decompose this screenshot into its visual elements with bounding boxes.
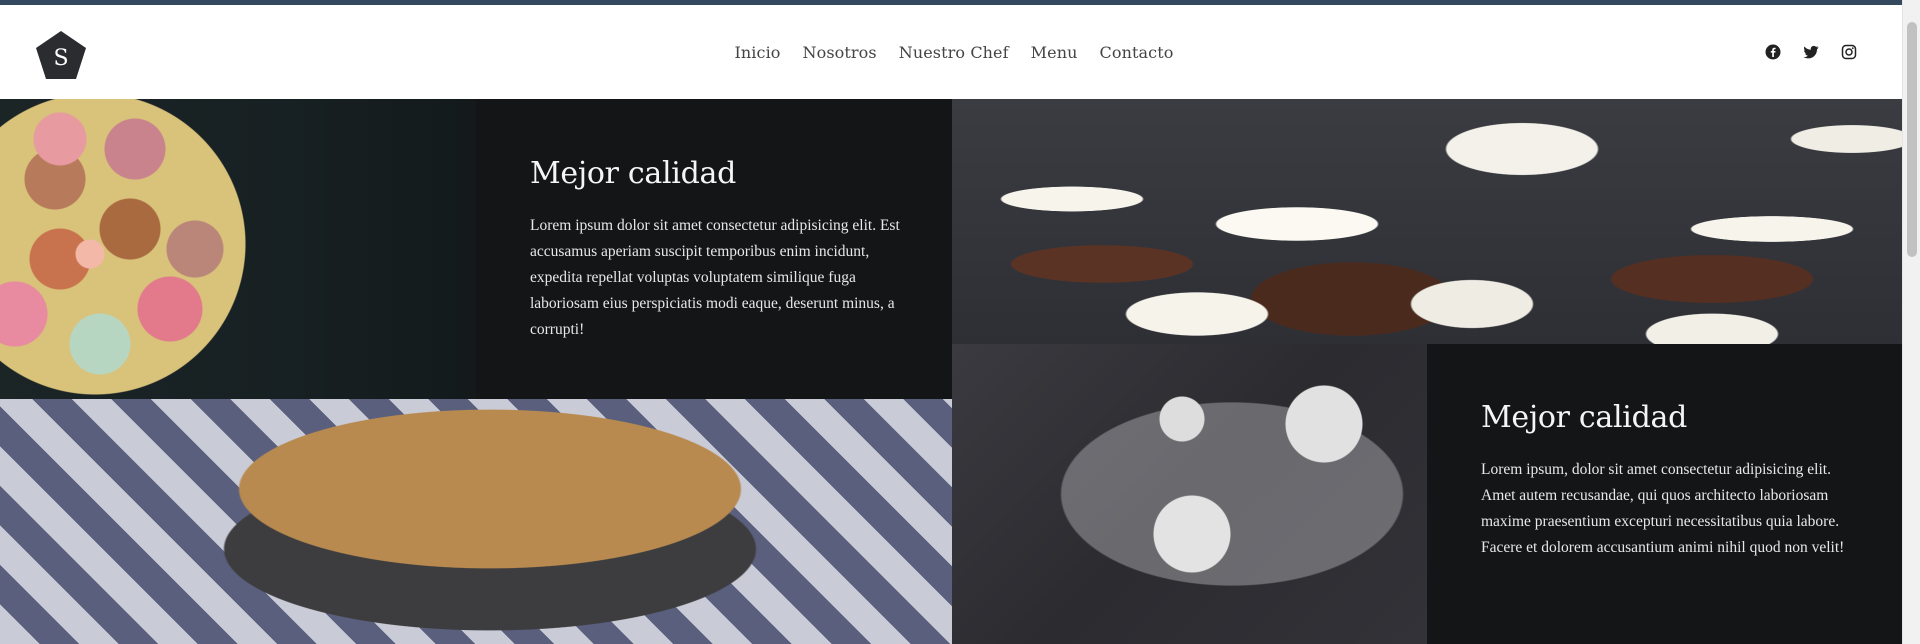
- nav-item-nosotros[interactable]: Nosotros: [803, 43, 877, 62]
- cupcakes-image: [952, 99, 1902, 344]
- site-header: S Inicio Nosotros Nuestro Chef Menu Cont…: [0, 5, 1902, 99]
- facebook-icon[interactable]: [1764, 43, 1782, 61]
- nav-item-inicio[interactable]: Inicio: [734, 43, 780, 62]
- page-scrollbar[interactable]: [1902, 0, 1920, 644]
- nav-item-contacto[interactable]: Contacto: [1100, 43, 1174, 62]
- nav-item-menu[interactable]: Menu: [1031, 43, 1078, 62]
- scrollbar-thumb[interactable]: [1907, 22, 1917, 257]
- twitter-icon[interactable]: [1802, 43, 1820, 61]
- feature-text-1: Lorem ipsum dolor sit amet consectetur a…: [530, 217, 900, 338]
- feature-card-1: Mejor calidad Lorem ipsum dolor sit amet…: [476, 99, 952, 399]
- apple-pie-image: [0, 399, 952, 644]
- social-links: [1764, 5, 1858, 99]
- feature-card-2: Mejor calidad Lorem ipsum, dolor sit ame…: [1427, 344, 1902, 644]
- macarons-image: [0, 99, 476, 399]
- nav-item-nuestro-chef[interactable]: Nuestro Chef: [899, 43, 1009, 62]
- instagram-icon[interactable]: [1840, 43, 1858, 61]
- feature-title-2: Mejor calidad: [1481, 400, 1687, 435]
- feature-title-1: Mejor calidad: [530, 156, 736, 191]
- feature-text-2: Lorem ipsum, dolor sit amet consectetur …: [1481, 461, 1845, 556]
- main-nav: Inicio Nosotros Nuestro Chef Menu Contac…: [0, 5, 1902, 99]
- features-grid: Mejor calidad Lorem ipsum dolor sit amet…: [0, 99, 1902, 644]
- berries-image: [952, 344, 1427, 644]
